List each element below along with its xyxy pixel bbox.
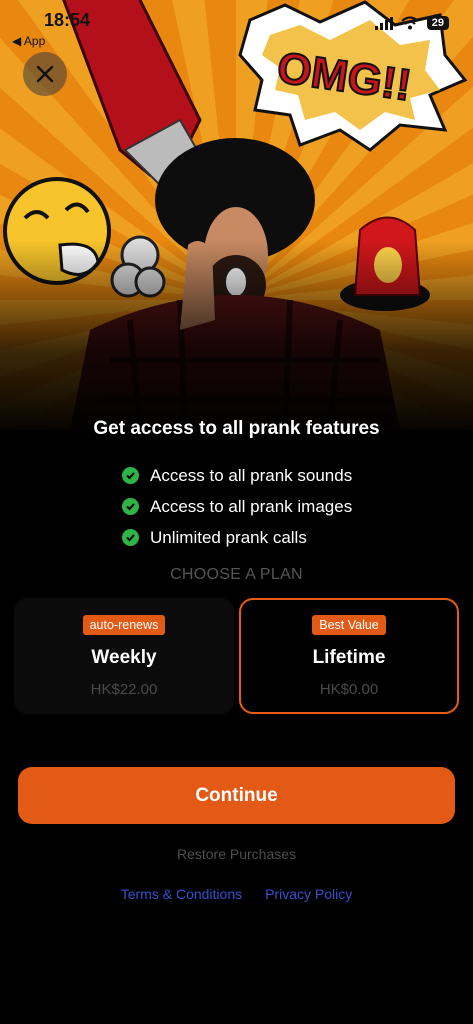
feature-label: Unlimited prank calls: [150, 527, 307, 547]
plan-price: HK$0.00: [319, 681, 379, 698]
hero-illustration: OMG!!: [0, 0, 473, 430]
plan-badge: auto-renews: [82, 615, 166, 635]
wifi-icon: [401, 16, 419, 30]
feature-item: Unlimited prank calls: [122, 522, 352, 553]
privacy-link[interactable]: Privacy Policy: [265, 886, 352, 902]
close-button[interactable]: [23, 52, 67, 96]
status-time: 18:54: [44, 10, 91, 30]
plan-weekly[interactable]: auto-renews Weekly HK$22.00: [14, 598, 234, 714]
back-to-app-link[interactable]: ◀ App: [12, 34, 45, 48]
plan-name: Weekly: [91, 647, 157, 668]
plan-lifetime[interactable]: Best Value Lifetime HK$0.00: [239, 598, 459, 714]
plan-price: HK$22.00: [90, 681, 158, 698]
feature-label: Access to all prank sounds: [150, 465, 353, 485]
legal-links: Terms & Conditions Privacy Policy: [0, 886, 473, 902]
feature-label: Access to all prank images: [150, 496, 353, 516]
choose-plan-label: CHOOSE A PLAN: [170, 566, 303, 583]
feature-item: Access to all prank images: [122, 491, 352, 522]
check-icon: [122, 498, 139, 515]
headline: Get access to all prank features: [93, 418, 380, 439]
battery-icon: 29: [426, 16, 449, 30]
terms-link[interactable]: Terms & Conditions: [121, 886, 242, 902]
feature-item: Access to all prank sounds: [122, 460, 352, 491]
feature-list: Access to all prank sounds Access to all…: [122, 460, 352, 553]
plan-badge: Best Value: [312, 615, 386, 635]
status-bar: 18:54 ◀ App 29: [0, 0, 473, 48]
check-icon: [122, 467, 139, 484]
signal-icon: [374, 16, 393, 30]
check-icon: [122, 529, 139, 546]
restore-purchases-link[interactable]: Restore Purchases: [0, 846, 473, 862]
plan-name: Lifetime: [312, 647, 386, 668]
continue-button[interactable]: Continue: [18, 767, 455, 824]
close-icon: [36, 65, 54, 83]
